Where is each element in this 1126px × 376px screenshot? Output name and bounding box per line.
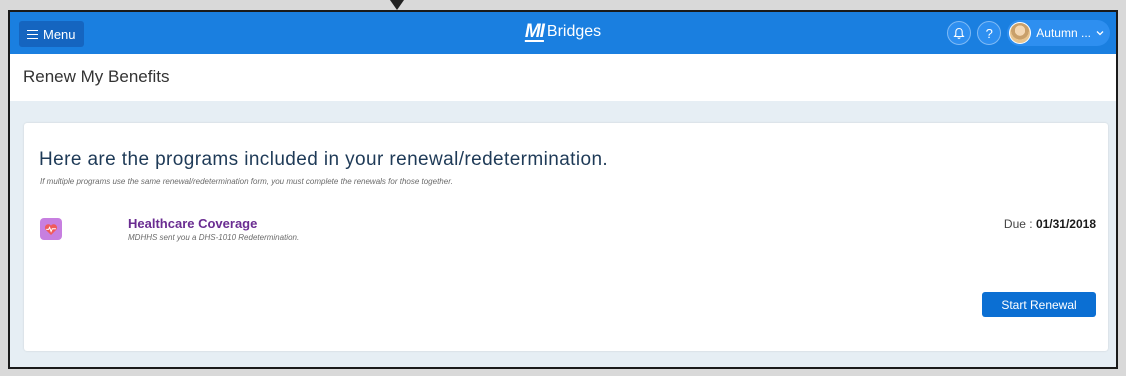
brand-logo[interactable]: MI Bridges: [525, 21, 601, 43]
brand-name: Bridges: [546, 23, 602, 40]
notifications-button[interactable]: [947, 21, 972, 45]
bell-icon: [953, 27, 965, 39]
page-header: Renew My Benefits: [10, 54, 1116, 101]
page-title: Renew My Benefits: [23, 67, 170, 86]
avatar: [1009, 22, 1032, 44]
program-name-link[interactable]: Healthcare Coverage: [128, 216, 257, 231]
card-heading: Here are the programs included in your r…: [39, 149, 609, 170]
hamburger-icon: [27, 29, 38, 39]
menu-label: Menu: [43, 26, 76, 42]
user-name: Autumn ...: [1036, 26, 1091, 40]
pointer-arrow: [390, 0, 404, 10]
card-subtext: If multiple programs use the same renewa…: [40, 177, 453, 186]
due-date-value: 01/31/2018: [1035, 217, 1096, 231]
app-window: Menu MI Bridges ? Autumn ... Renew My Be…: [8, 10, 1118, 369]
renewal-programs-card: Here are the programs included in your r…: [24, 123, 1108, 351]
due-label: Due :: [1003, 217, 1036, 231]
heart-pulse-icon: [40, 218, 62, 240]
program-description: MDHHS sent you a DHS-1010 Redeterminatio…: [128, 233, 300, 242]
help-button[interactable]: ?: [977, 21, 1002, 45]
brand-mark: MI: [524, 21, 545, 42]
top-navigation-bar: Menu MI Bridges ? Autumn ...: [10, 12, 1116, 54]
question-icon: ?: [985, 25, 993, 41]
user-menu-button[interactable]: Autumn ...: [1007, 20, 1110, 46]
chevron-down-icon: [1096, 31, 1104, 36]
user-controls: ? Autumn ...: [947, 20, 1110, 46]
menu-button[interactable]: Menu: [19, 21, 84, 47]
due-date: Due : 01/31/2018: [1004, 217, 1096, 231]
start-renewal-button[interactable]: Start Renewal: [982, 292, 1096, 317]
